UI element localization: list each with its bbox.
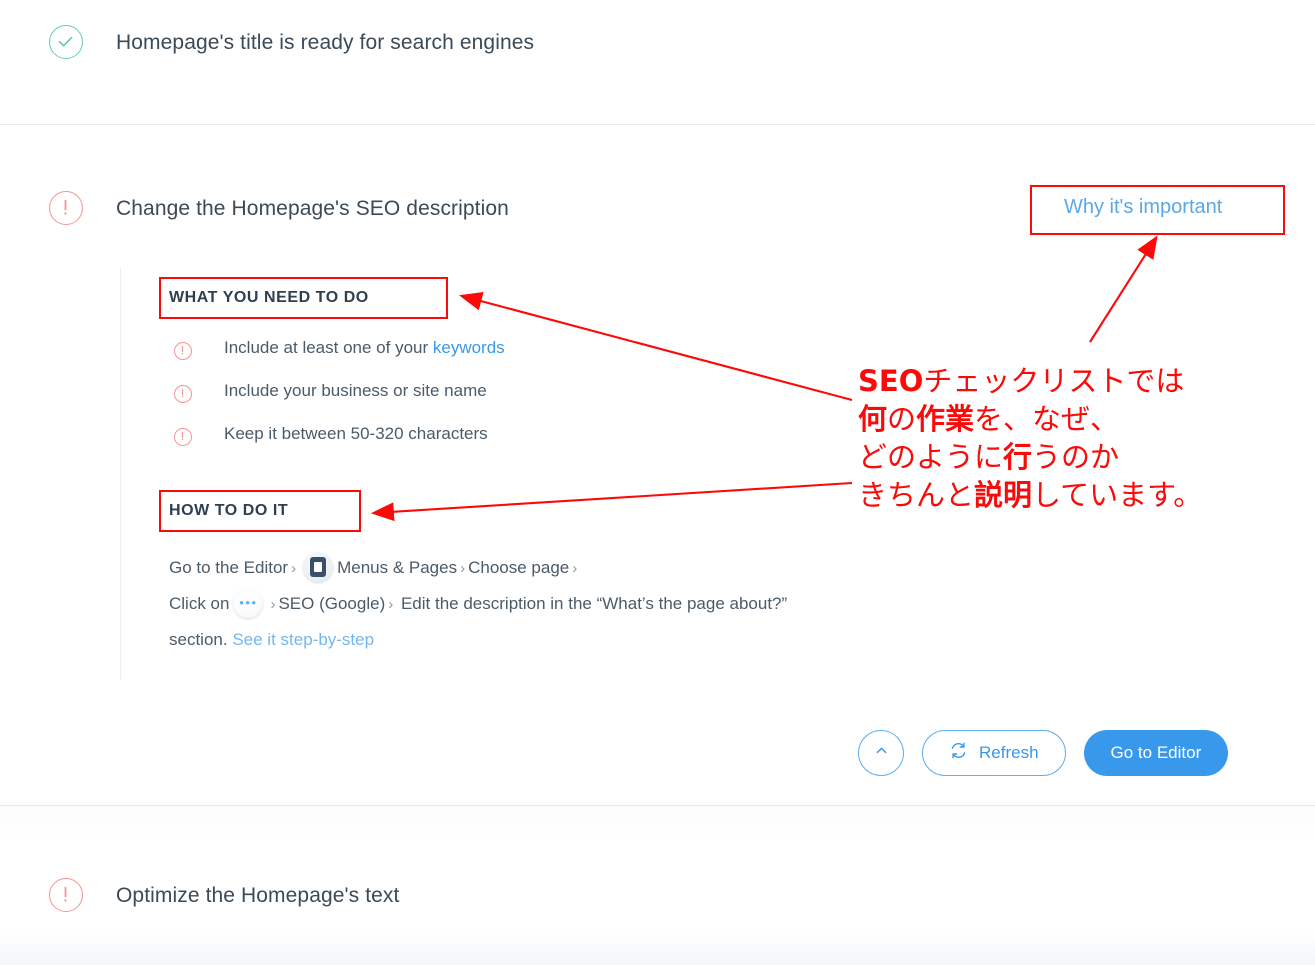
list-item-text: Include at least one of your xyxy=(224,338,433,357)
refresh-icon xyxy=(949,741,968,765)
row-title-seo-description: Change the Homepage's SEO description xyxy=(116,197,509,220)
chevron-right-icon: › xyxy=(388,596,394,613)
howto-step-choose-page: Choose page xyxy=(468,558,570,577)
annotation-note-line: 何の作業を、なぜ、 xyxy=(858,402,1120,436)
alert-circle-icon xyxy=(49,191,83,225)
list-item-label: Include at least one of your keywords xyxy=(224,338,505,358)
alert-circle-icon xyxy=(174,342,192,360)
chevron-right-icon: › xyxy=(270,596,276,613)
list-item: Include your business or site name xyxy=(169,379,729,422)
alert-circle-icon xyxy=(174,385,192,403)
more-actions-dots-icon[interactable]: ••• xyxy=(233,588,264,618)
list-item-label: Keep it between 50-320 characters xyxy=(224,424,488,443)
annotation-note-line: SEOチェックリストでは xyxy=(858,364,1185,398)
annotation-note-line: きちんと説明しています。 xyxy=(858,478,1203,512)
list-item: Keep it between 50-320 characters xyxy=(169,422,729,465)
list-item-label: Include your business or site name xyxy=(224,381,487,400)
task-action-bar: Refresh Go to Editor xyxy=(858,730,1229,776)
refresh-button[interactable]: Refresh xyxy=(922,730,1066,776)
howto-step-menus-pages: Menus & Pages xyxy=(337,558,458,577)
annotation-note-japanese: SEOチェックリストでは 何の作業を、なぜ、 どのように行うのかきちんと説明していま… xyxy=(858,362,1308,514)
how-to-do-it-heading: HOW TO DO IT xyxy=(169,502,289,519)
refresh-button-label: Refresh xyxy=(979,743,1039,762)
chevron-up-icon xyxy=(873,742,890,764)
howto-step-click-on: Click on xyxy=(169,594,230,613)
how-to-instructions: Go to the Editor › Menus & Pages › Choose pa… xyxy=(169,550,849,657)
chevron-right-icon: › xyxy=(572,560,578,577)
howto-step-editor: Go to the Editor xyxy=(169,558,289,577)
keywords-link[interactable]: keywords xyxy=(433,338,505,357)
requirements-list: Include at least one of your keywords In… xyxy=(169,336,729,465)
arrow-to-why-its-important xyxy=(1089,235,1158,343)
what-you-need-to-do-heading: WHAT YOU NEED TO DO xyxy=(169,289,369,306)
list-item: Include at least one of your keywords xyxy=(169,336,729,379)
alert-circle-icon xyxy=(49,878,83,912)
howto-step-seo-google: SEO (Google) xyxy=(278,594,386,613)
go-to-editor-label: Go to Editor xyxy=(1110,743,1202,762)
seo-checklist-panel: Homepage's title is ready for search eng… xyxy=(0,0,1315,965)
why-its-important-link[interactable]: Why it's important xyxy=(1064,196,1222,219)
row-title-homepage-title: Homepage's title is ready for search eng… xyxy=(116,31,535,54)
annotation-note-line: どのように行うのか xyxy=(858,440,1120,474)
check-circle-icon xyxy=(49,25,83,59)
collapse-button[interactable] xyxy=(858,730,904,776)
chevron-right-icon: › xyxy=(291,560,297,577)
see-it-step-by-step-link[interactable]: See it step-by-step xyxy=(232,630,374,649)
row-title-homepage-text: Optimize the Homepage's text xyxy=(116,884,400,907)
go-to-editor-button[interactable]: Go to Editor xyxy=(1083,730,1229,776)
alert-circle-icon xyxy=(174,428,192,446)
divider xyxy=(0,124,1315,125)
task-detail-panel: WHAT YOU NEED TO DO Include at least one… xyxy=(120,268,880,680)
chevron-right-icon: › xyxy=(460,560,466,577)
menus-and-pages-icon[interactable] xyxy=(303,552,334,582)
